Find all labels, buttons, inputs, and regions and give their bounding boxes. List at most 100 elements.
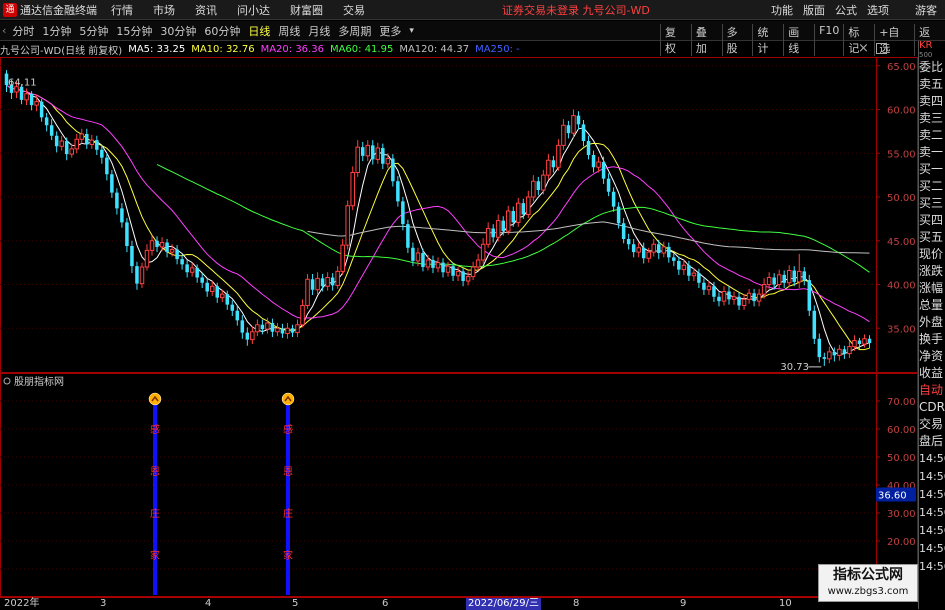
candle-up: [636, 247, 641, 253]
candle-down: [110, 174, 114, 193]
candle-up: [741, 298, 747, 306]
chart-area[interactable]: 65.00 60.00 55.00 50.00 45.00 40.00 35.00 64.11…: [0, 0, 918, 597]
candle-down: [586, 141, 591, 155]
candle-up: [651, 243, 657, 253]
candle-down: [85, 134, 89, 145]
date-axis: 2022年 3 4 5 6 2022/06/29/三 8 9 10: [0, 597, 918, 610]
quote-row-label: 买一: [919, 162, 944, 176]
candle-down: [631, 244, 636, 253]
candle-down: [431, 260, 435, 268]
candle-up: [275, 327, 280, 333]
candle-down: [95, 140, 99, 150]
candle-up: [475, 259, 481, 268]
candle-down: [461, 271, 465, 281]
candle-down: [606, 178, 611, 192]
candle-down: [205, 282, 209, 292]
y-tick-label: 60.00: [887, 106, 916, 117]
candle-up: [295, 324, 300, 334]
candle-up: [209, 285, 215, 292]
candle-up: [541, 174, 546, 191]
y-tick-label: 45.00: [887, 237, 916, 248]
signal-char: 恩: [283, 466, 293, 478]
candle-up: [59, 140, 64, 147]
panel-tab[interactable]: CDR: [919, 399, 945, 416]
candle-down: [135, 266, 139, 284]
candle-down: [44, 117, 49, 126]
panel-tab[interactable]: 自动: [919, 382, 945, 399]
candle-up: [691, 272, 697, 277]
candle-down: [180, 259, 184, 265]
indicator-settings-icon: [3, 377, 11, 385]
candle-down: [391, 158, 395, 182]
tick-time: 14:56: [919, 560, 945, 573]
candle-up: [546, 159, 551, 176]
candle-down: [130, 246, 134, 267]
candle-down: [832, 351, 837, 356]
tick-time: 14:56: [919, 470, 945, 483]
ma5-line: [6, 84, 870, 356]
candle-up: [485, 228, 491, 245]
candle-down: [29, 93, 34, 106]
candle-up: [89, 139, 95, 145]
date-label: 8: [573, 598, 580, 609]
candle-up: [445, 265, 451, 273]
candle-down: [621, 223, 626, 239]
candle-up: [250, 331, 255, 341]
y-tick-label: 35.00: [887, 324, 916, 335]
quote-row-label: 外盘: [919, 315, 944, 329]
panel-tab[interactable]: 盘后: [919, 433, 945, 450]
candle-down: [245, 332, 250, 340]
quote-row-label: 涨跌: [919, 264, 944, 278]
candle-up: [345, 205, 350, 246]
candle-up: [531, 180, 536, 198]
quote-row-label: 卖二: [919, 128, 944, 142]
guest-label[interactable]: 游客: [915, 2, 937, 18]
candle-up: [455, 270, 461, 277]
date-label: 5: [292, 598, 299, 609]
candle-down: [511, 211, 516, 223]
signal-char: 恩: [150, 466, 160, 478]
candle-up: [340, 244, 345, 272]
candle-down: [195, 267, 199, 278]
candle-down: [64, 141, 69, 155]
candle-up: [646, 251, 651, 259]
candle-down: [717, 296, 721, 302]
tick-time: 14:56: [919, 452, 945, 465]
tick-time: 14:56: [919, 542, 945, 555]
candle-up: [265, 322, 270, 330]
candle-down: [611, 191, 616, 207]
candle-down: [360, 147, 365, 156]
candle-down: [401, 201, 405, 225]
candle-up: [766, 277, 772, 285]
candle-down: [752, 293, 756, 302]
candle-up: [149, 240, 155, 251]
candle-up: [847, 346, 852, 355]
y-tick-label: 50.00: [887, 193, 916, 204]
candle-up: [786, 270, 792, 284]
candle-up: [731, 296, 737, 300]
current-value-label: 36.60: [878, 491, 907, 502]
candle-up: [721, 291, 727, 302]
candle-down: [702, 282, 706, 290]
candle-down: [616, 206, 621, 224]
high-price-label: 64.11: [8, 78, 37, 89]
candle-up: [355, 146, 360, 173]
signal-char: 家: [283, 549, 293, 562]
y-tick-label: 60.00: [887, 425, 916, 436]
candle-down: [677, 260, 681, 270]
candle-up: [169, 249, 175, 253]
candle-down: [817, 338, 822, 358]
candle-up: [435, 262, 441, 269]
candle-down: [105, 157, 109, 175]
candle-down: [822, 357, 827, 359]
candle-up: [862, 338, 867, 345]
candle-up: [189, 267, 195, 273]
low-price-label: 30.73: [780, 362, 809, 373]
tick-time: 14:56: [919, 488, 945, 501]
y-tick-label: 50.00: [887, 453, 916, 464]
y-tick-label: 65.00: [887, 62, 916, 73]
candle-up: [505, 210, 511, 232]
panel-tab[interactable]: 交易: [919, 416, 945, 433]
candle-down: [200, 277, 204, 283]
candle-up: [561, 124, 566, 146]
